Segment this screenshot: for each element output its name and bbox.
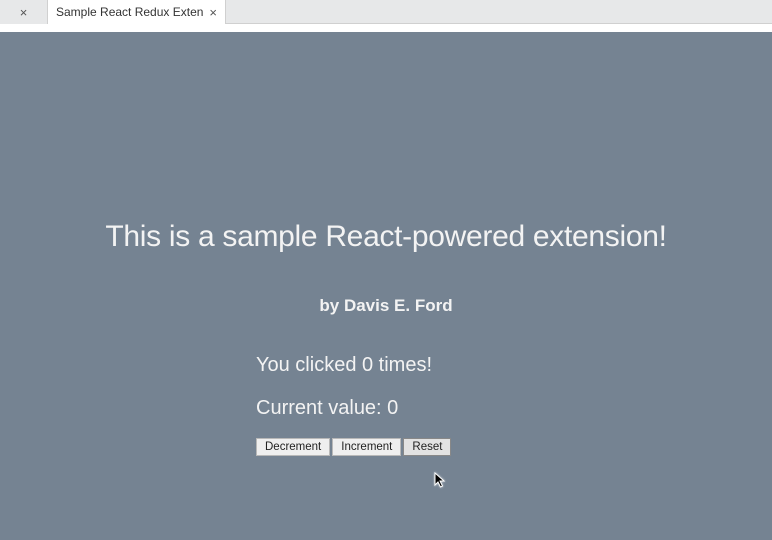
page-byline: by Davis E. Ford bbox=[319, 296, 452, 316]
decrement-button[interactable]: Decrement bbox=[256, 438, 330, 456]
page-viewport: This is a sample React-powered extension… bbox=[0, 32, 772, 540]
toolbar-gap bbox=[0, 24, 772, 32]
page-headline: This is a sample React-powered extension… bbox=[105, 220, 666, 254]
current-value-text: Current value: 0 bbox=[156, 397, 616, 420]
tab-title: Sample React Redux Exten bbox=[56, 5, 203, 19]
increment-button[interactable]: Increment bbox=[332, 438, 401, 456]
click-count-text: You clicked 0 times! bbox=[156, 354, 616, 377]
tab-blank[interactable]: × bbox=[0, 0, 48, 24]
button-row: Decrement Increment Reset bbox=[156, 438, 616, 456]
reset-button[interactable]: Reset bbox=[403, 438, 451, 456]
close-icon[interactable]: × bbox=[209, 6, 217, 19]
tab-active[interactable]: Sample React Redux Exten × bbox=[48, 0, 226, 24]
tab-bar: × Sample React Redux Exten × bbox=[0, 0, 772, 24]
close-icon[interactable]: × bbox=[20, 6, 28, 19]
content: This is a sample React-powered extension… bbox=[0, 220, 772, 456]
cursor-icon bbox=[433, 472, 449, 495]
